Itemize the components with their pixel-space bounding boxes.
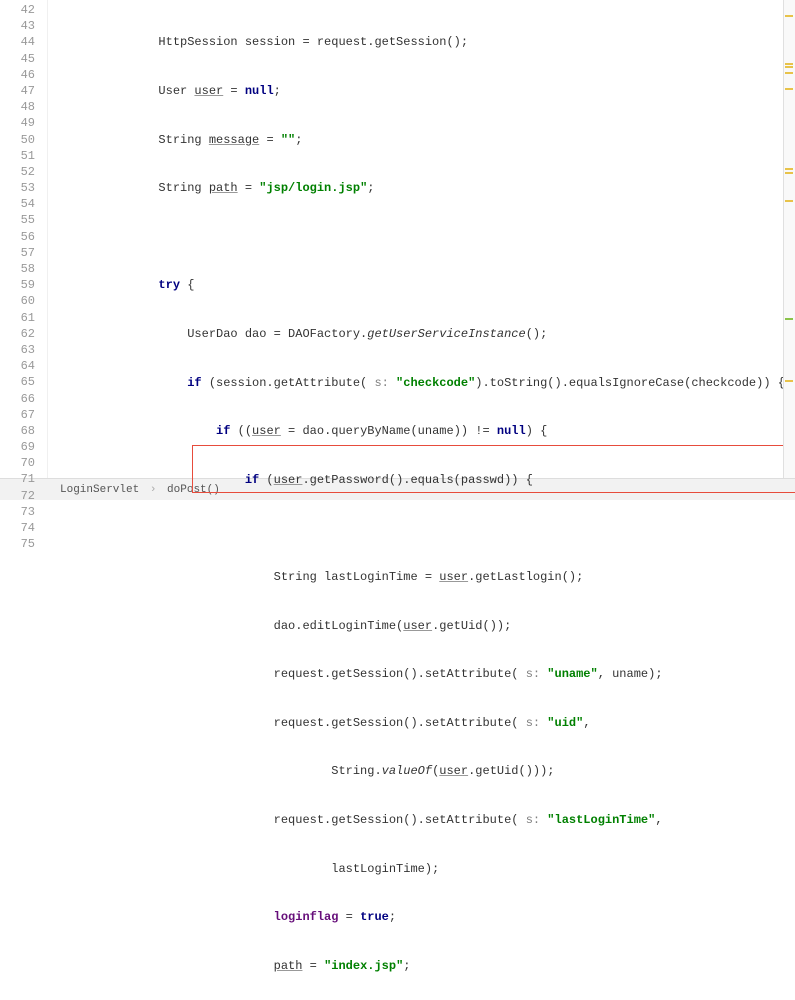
warning-marker[interactable] bbox=[785, 15, 793, 17]
line-number: 51 bbox=[0, 148, 35, 164]
line-number: 55 bbox=[0, 212, 35, 228]
marker-bar[interactable] bbox=[783, 0, 795, 478]
code-line: request.getSession().setAttribute( s: "l… bbox=[72, 812, 795, 828]
code-area[interactable]: HttpSession session = request.getSession… bbox=[48, 0, 795, 478]
line-number: 43 bbox=[0, 18, 35, 34]
line-number: 74 bbox=[0, 520, 35, 536]
line-number: 54 bbox=[0, 196, 35, 212]
code-line: dao.editLoginTime(user.getUid()); bbox=[72, 618, 795, 634]
code-line: if (session.getAttribute( s: "checkcode"… bbox=[72, 375, 795, 391]
warning-marker[interactable] bbox=[785, 168, 793, 170]
line-number: 63 bbox=[0, 342, 35, 358]
line-number: 44 bbox=[0, 34, 35, 50]
line-number: 62 bbox=[0, 326, 35, 342]
code-line: String path = "jsp/login.jsp"; bbox=[72, 180, 795, 196]
line-number: 57 bbox=[0, 245, 35, 261]
code-line: if (user.getPassword().equals(passwd)) { bbox=[72, 472, 795, 488]
code-line: path = "index.jsp"; bbox=[72, 958, 795, 974]
code-line bbox=[72, 520, 795, 536]
line-number: 69 bbox=[0, 439, 35, 455]
line-number: 70 bbox=[0, 455, 35, 471]
code-line: if ((user = dao.queryByName(uname)) != n… bbox=[72, 423, 795, 439]
code-line: User user = null; bbox=[72, 83, 795, 99]
code-line: String lastLoginTime = user.getLastlogin… bbox=[72, 569, 795, 585]
warning-marker[interactable] bbox=[785, 63, 793, 65]
code-editor: 4243444546474849505152535455565758596061… bbox=[0, 0, 795, 478]
line-number-gutter[interactable]: 4243444546474849505152535455565758596061… bbox=[0, 0, 48, 478]
line-number: 49 bbox=[0, 115, 35, 131]
ok-marker[interactable] bbox=[785, 318, 793, 320]
warning-marker[interactable] bbox=[785, 200, 793, 202]
code-line: loginflag = true; bbox=[72, 909, 795, 925]
warning-marker[interactable] bbox=[785, 380, 793, 382]
line-number: 42 bbox=[0, 2, 35, 18]
line-number: 45 bbox=[0, 51, 35, 67]
line-number: 68 bbox=[0, 423, 35, 439]
line-number: 52 bbox=[0, 164, 35, 180]
line-number: 75 bbox=[0, 536, 35, 552]
code-line: try { bbox=[72, 277, 795, 293]
line-number: 60 bbox=[0, 293, 35, 309]
code-line bbox=[72, 229, 795, 245]
line-number: 59 bbox=[0, 277, 35, 293]
line-number: 46 bbox=[0, 67, 35, 83]
line-number: 71 bbox=[0, 471, 35, 487]
line-number: 66 bbox=[0, 391, 35, 407]
line-number: 64 bbox=[0, 358, 35, 374]
line-number: 48 bbox=[0, 99, 35, 115]
code-line: UserDao dao = DAOFactory.getUserServiceI… bbox=[72, 326, 795, 342]
line-number: 56 bbox=[0, 229, 35, 245]
line-number: 72 bbox=[0, 488, 35, 504]
code-line: String.valueOf(user.getUid())); bbox=[72, 763, 795, 779]
line-number: 50 bbox=[0, 132, 35, 148]
code-line: String message = ""; bbox=[72, 132, 795, 148]
warning-marker[interactable] bbox=[785, 72, 793, 74]
code-line: request.getSession().setAttribute( s: "u… bbox=[72, 666, 795, 682]
line-number: 65 bbox=[0, 374, 35, 390]
line-number: 53 bbox=[0, 180, 35, 196]
line-number: 67 bbox=[0, 407, 35, 423]
code-line: HttpSession session = request.getSession… bbox=[72, 34, 795, 50]
warning-marker[interactable] bbox=[785, 88, 793, 90]
line-number: 61 bbox=[0, 310, 35, 326]
warning-marker[interactable] bbox=[785, 172, 793, 174]
line-number: 47 bbox=[0, 83, 35, 99]
warning-marker[interactable] bbox=[785, 66, 793, 68]
line-number: 73 bbox=[0, 504, 35, 520]
code-line: request.getSession().setAttribute( s: "u… bbox=[72, 715, 795, 731]
line-number: 58 bbox=[0, 261, 35, 277]
code-line: lastLoginTime); bbox=[72, 861, 795, 877]
